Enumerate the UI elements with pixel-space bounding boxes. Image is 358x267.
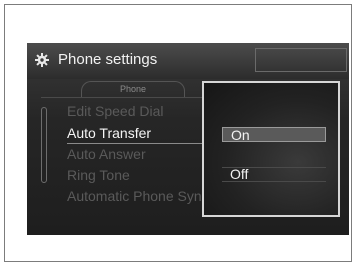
option-off[interactable]: Off xyxy=(222,167,326,182)
options-popup: On Off xyxy=(202,81,340,217)
title-bar-panel xyxy=(255,48,347,72)
tab-divider xyxy=(41,97,227,98)
page-title: Phone settings xyxy=(58,51,158,68)
figure-frame: Phone settings Phone Edit Speed Dial Aut… xyxy=(4,4,352,262)
option-on[interactable]: On xyxy=(222,127,326,143)
gear-icon xyxy=(35,53,49,67)
tab-phone[interactable]: Phone xyxy=(81,81,185,97)
phone-settings-screen: Phone settings Phone Edit Speed Dial Aut… xyxy=(27,43,349,235)
title-bar: Phone settings xyxy=(27,43,349,79)
scrollbar[interactable] xyxy=(41,107,47,183)
